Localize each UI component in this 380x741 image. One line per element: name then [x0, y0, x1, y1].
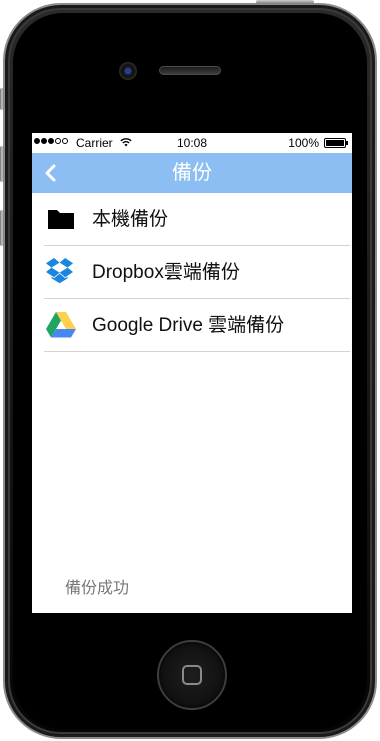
home-square-icon	[182, 665, 202, 685]
google-drive-icon	[46, 312, 76, 338]
status-bar: Carrier 10:08 100%	[32, 133, 352, 153]
dropbox-backup-item[interactable]: Dropbox雲端備份	[32, 246, 352, 299]
dropbox-backup-label: Dropbox雲端備份	[92, 262, 240, 283]
app-screen: Carrier 10:08 100% 備份 本機備份 Dropbox雲端備份 G…	[32, 133, 352, 613]
local-backup-item[interactable]: 本機備份	[32, 193, 352, 246]
battery-percentage: 100%	[288, 136, 319, 150]
volume-up-button	[0, 146, 4, 182]
folder-icon	[48, 210, 74, 229]
home-button[interactable]	[157, 640, 227, 710]
google-drive-backup-item[interactable]: Google Drive 雲端備份	[32, 299, 352, 352]
battery-icon	[324, 138, 348, 148]
volume-down-button	[0, 210, 4, 246]
backup-status-text: 備份成功	[65, 580, 130, 597]
earpiece-speaker	[159, 66, 221, 75]
chevron-left-icon	[45, 164, 56, 182]
navigation-bar: 備份	[32, 153, 352, 193]
backup-options-list: 本機備份 Dropbox雲端備份 Google Drive 雲端備份	[32, 193, 352, 352]
front-camera	[119, 62, 137, 80]
dropbox-icon	[46, 258, 73, 284]
back-button[interactable]	[38, 153, 72, 193]
page-title: 備份	[172, 162, 212, 184]
mute-switch	[0, 88, 4, 110]
power-button	[256, 0, 314, 4]
google-drive-backup-label: Google Drive 雲端備份	[92, 315, 285, 336]
local-backup-label: 本機備份	[92, 209, 169, 230]
